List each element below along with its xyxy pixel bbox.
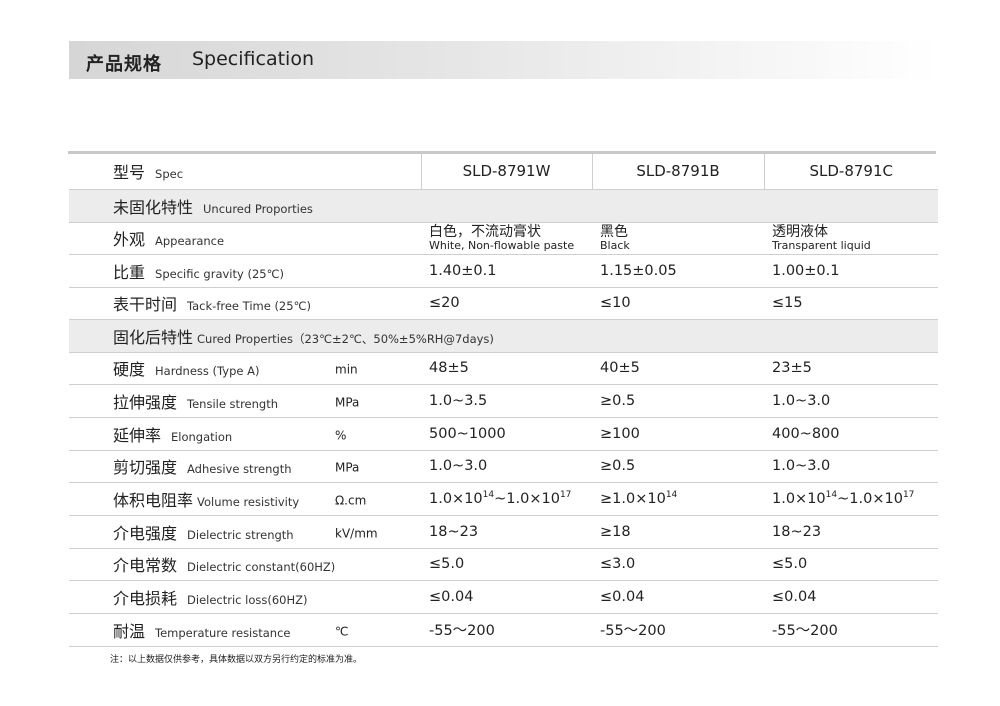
property-name-en: Temperature resistance — [155, 625, 291, 640]
section-uncured: 未固化特性 Uncured Proporties — [69, 189, 938, 223]
cured-row: 延伸率 Elongation% 500~1000 ≥100 400~800 — [69, 417, 938, 451]
property-name-cn: 硬度 — [113, 360, 146, 380]
unit-label: kV/mm — [335, 526, 378, 541]
property-name-cn: 介电常数 — [113, 556, 178, 576]
cured-row: 耐温 Temperature resistance ℃ -55～200 -55～200-… — [69, 613, 938, 647]
cured-row: 硬度 Hardness (Type A) min 48±5 40±5 23±5 — [69, 352, 938, 386]
property-name-cn: 介电损耗 — [113, 589, 178, 609]
property-name-cn: 体积电阻率 — [113, 491, 194, 511]
value-cell: 1.00±0.1 — [764, 254, 938, 288]
appearance-c: 透明液体 Transparent liquid — [764, 222, 938, 255]
value-cell: ≤15 — [764, 287, 938, 320]
appearance-b: 黑色 Black — [592, 222, 764, 255]
page-title-cn: 产品规格 — [86, 54, 162, 75]
exponent: 17 — [559, 490, 572, 501]
unit-label: ℃ — [335, 624, 349, 639]
value-cell: 400~800 — [764, 417, 938, 451]
mantissa: ≥1.0×10 — [600, 491, 666, 508]
value-cell: ≥100 — [592, 417, 764, 451]
value-cell: 500~1000 — [421, 417, 592, 451]
value-cell: 1.0~3.0 — [764, 450, 938, 484]
value-cell: 40±5 — [592, 352, 764, 386]
value-cell: 1.0~3.5 — [421, 384, 592, 418]
value-cell: -55～200 — [421, 613, 592, 647]
value-cell: ≤3.0 — [592, 548, 764, 582]
cured-row: 介电损耗 Dielectric loss(60HZ) ≤0.04 ≤0.04 ≤0.04 — [69, 580, 938, 614]
model-row: 型号 Spec SLD-8791W SLD-8791B SLD-8791C — [69, 154, 938, 190]
value-cell: 1.0×1014~1.0×1017 — [421, 482, 592, 516]
property-name-cn: 延伸率 — [113, 425, 162, 445]
mantissa: 1.0×10 — [772, 491, 826, 508]
value-cell: ≤0.04 — [421, 580, 592, 614]
exponent: 14 — [482, 490, 495, 501]
model-b: SLD-8791B — [591, 154, 764, 190]
value-cell: 1.0×1014~1.0×1017 — [764, 482, 938, 516]
exponent: 17 — [902, 490, 915, 501]
value-cell: ≤5.0 — [764, 548, 938, 582]
value-cell: 18~23 — [764, 515, 938, 549]
value-cell: ≤0.04 — [592, 580, 764, 614]
property-name-en: Volume resistivity — [197, 495, 300, 510]
page-title-en: Specification — [192, 48, 314, 70]
mantissa: ~1.0×10 — [837, 491, 903, 508]
value-cell: -55～200 — [592, 613, 764, 647]
unit-label: MPa — [335, 460, 360, 475]
spec-label: 型号 Spec — [69, 154, 421, 190]
value-cell: ≤0.04 — [764, 580, 938, 614]
value-cell: ≥0.5 — [592, 450, 764, 484]
exponent: 14 — [825, 490, 838, 501]
property-name-cn: 介电强度 — [113, 523, 178, 543]
value-cell: ≤20 — [421, 287, 592, 320]
section-cured: 固化后特性 Cured Properties（23℃±2℃、50%±5%RH@7d… — [69, 319, 938, 353]
row-tack-free: 表干时间 Tack-free Time (25℃) ≤20 ≤10 ≤15 — [69, 287, 938, 320]
exponent: 14 — [665, 490, 678, 501]
row-appearance: 外观 Appearance 白色，不流动膏状 White, Non-flowable… — [69, 222, 938, 255]
appearance-w: 白色，不流动膏状 White, Non-flowable paste — [421, 222, 592, 255]
value-cell: -55～200 — [764, 613, 938, 647]
value-cell: 1.40±0.1 — [421, 254, 592, 288]
property-name-en: Elongation — [171, 429, 233, 444]
value-cell: ≥0.5 — [592, 384, 764, 418]
unit-label: MPa — [335, 395, 360, 410]
cured-rows: 硬度 Hardness (Type A) min 48±5 40±5 23±5 拉伸强度 Te… — [69, 352, 938, 647]
unit-label: min — [335, 362, 358, 377]
property-name-cn: 耐温 — [113, 621, 146, 641]
property-name-en: Hardness (Type A) — [155, 364, 260, 379]
property-name-en: Adhesive strength — [187, 462, 292, 477]
value-cell: ≤10 — [592, 287, 764, 320]
property-name-cn: 剪切强度 — [113, 458, 178, 478]
unit-label: % — [335, 428, 347, 443]
property-name-en: Dielectric loss(60HZ) — [187, 593, 308, 608]
model-w: SLD-8791W — [420, 154, 592, 190]
value-cell: 48±5 — [421, 352, 592, 386]
unit-label: Ω.cm — [335, 493, 367, 508]
cured-row: 体积电阻率 Volume resistivity Ω.cm 1.0×1014~1.0×… — [69, 482, 938, 516]
footnote: 注：以上数据仅供参考，具体数据以双方另行约定的标准为准。 — [110, 655, 363, 665]
row-specific-gravity: 比重 Specific gravity (25℃) 1.40±0.1 1.15±0… — [69, 254, 938, 288]
property-name-cn: 拉伸强度 — [113, 393, 178, 413]
cured-row: 介电常数 Dielectric constant(60HZ) ≤5.0 ≤3.0 ≤5.… — [69, 548, 938, 582]
value-cell: ≥18 — [592, 515, 764, 549]
spec-table: 型号 Spec SLD-8791W SLD-8791B SLD-8791C 未固化… — [69, 154, 938, 647]
cured-row: 剪切强度 Adhesive strength MPa 1.0~3.0 ≥0.5 1.0~3… — [69, 450, 938, 484]
value-cell: 1.0~3.0 — [421, 450, 592, 484]
model-c: SLD-8791C — [763, 154, 938, 190]
property-name-en: Dielectric strength — [187, 527, 294, 542]
mantissa: 1.0×10 — [429, 491, 483, 508]
value-cell: 1.15±0.05 — [592, 254, 764, 288]
value-cell: ≤5.0 — [421, 548, 592, 582]
cured-row: 介电强度 Dielectric strength kV/mm 18~23 ≥18 18~2… — [69, 515, 938, 549]
value-cell: 1.0~3.0 — [764, 384, 938, 418]
value-cell: 18~23 — [421, 515, 592, 549]
property-name-en: Tensile strength — [187, 397, 278, 412]
cured-row: 拉伸强度 Tensile strength MPa 1.0~3.5 ≥0.5 1.0~3.… — [69, 384, 938, 418]
value-cell: ≥1.0×1014 — [592, 482, 764, 516]
property-name-en: Dielectric constant(60HZ) — [187, 560, 336, 575]
value-cell: 23±5 — [764, 352, 938, 386]
mantissa: ~1.0×10 — [494, 491, 560, 508]
